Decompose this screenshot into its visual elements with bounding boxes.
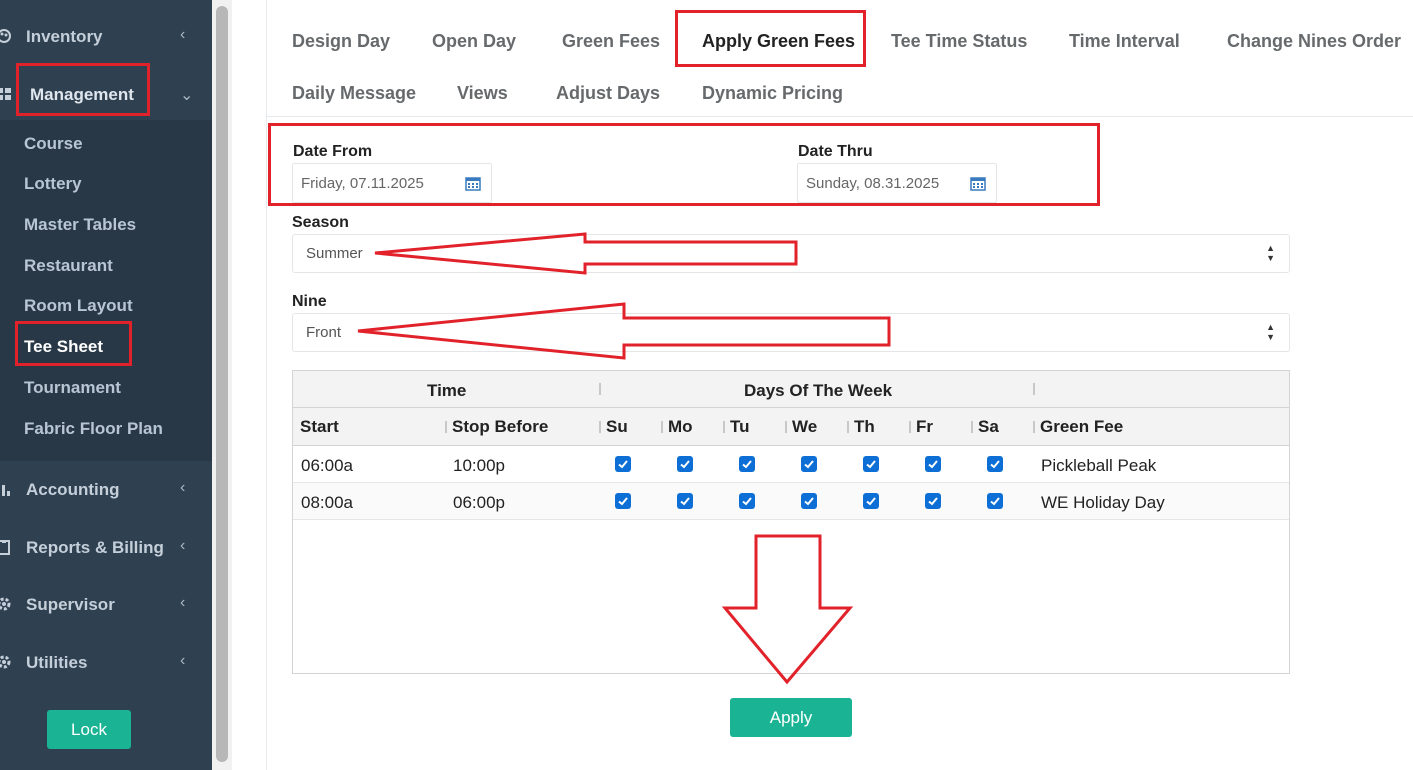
sort-arrows-icon: ▲ ▼ <box>1266 243 1275 263</box>
checkbox-sa[interactable] <box>987 493 1003 509</box>
column-header-we[interactable]: We <box>792 417 817 437</box>
column-separator <box>723 421 725 433</box>
annotation-box-management <box>16 63 150 116</box>
cell-stop-before[interactable]: 06:00p <box>453 493 505 513</box>
checkbox-we[interactable] <box>801 493 817 509</box>
tab-adjust-days[interactable]: Adjust Days <box>556 83 660 104</box>
table-row[interactable]: 08:00a 06:00p WE Holiday Day <box>293 483 1289 520</box>
column-header-fr[interactable]: Fr <box>916 417 933 437</box>
checkbox-fr[interactable] <box>925 493 941 509</box>
cell-green-fee[interactable]: WE Holiday Day <box>1041 493 1165 513</box>
cell-start[interactable]: 06:00a <box>301 456 353 476</box>
group-header-time: Time <box>427 381 467 400</box>
checkbox-th[interactable] <box>863 493 879 509</box>
scrollbar-thumb[interactable] <box>216 6 228 762</box>
tab-daily-message[interactable]: Daily Message <box>292 83 416 104</box>
checkbox-su[interactable] <box>615 456 631 472</box>
sidebar-item-label: Supervisor <box>26 595 115 614</box>
annotation-box-tee-sheet <box>15 321 132 366</box>
sidebar-submenu <box>0 120 212 461</box>
sidebar-item-label: Utilities <box>26 653 88 672</box>
grid-icon <box>0 88 11 100</box>
sidebar-item-room-layout[interactable]: Room Layout <box>24 296 133 316</box>
column-header-sa[interactable]: Sa <box>978 417 999 437</box>
column-header-tu[interactable]: Tu <box>730 417 750 437</box>
tab-open-day[interactable]: Open Day <box>432 31 516 52</box>
checkbox-fr[interactable] <box>925 456 941 472</box>
sidebar-item-fabric-floor-plan[interactable]: Fabric Floor Plan <box>24 419 163 439</box>
column-separator <box>847 421 849 433</box>
column-separator <box>1033 421 1035 433</box>
tab-green-fees[interactable]: Green Fees <box>562 31 660 52</box>
gear-icon <box>0 655 11 669</box>
nine-label: Nine <box>292 293 327 310</box>
nine-select[interactable]: Front ▲ ▼ <box>292 313 1290 352</box>
tab-tee-time-status[interactable]: Tee Time Status <box>891 31 1027 52</box>
cell-start[interactable]: 08:00a <box>301 493 353 513</box>
apply-button[interactable]: Apply <box>730 698 852 737</box>
column-separator <box>909 421 911 433</box>
sidebar-item-restaurant[interactable]: Restaurant <box>24 256 113 276</box>
column-separator <box>445 421 447 433</box>
cell-green-fee[interactable]: Pickleball Peak <box>1041 456 1156 476</box>
column-header-su[interactable]: Su <box>606 417 628 437</box>
nine-value: Front <box>306 324 342 341</box>
lock-button[interactable]: Lock <box>47 710 131 749</box>
chevron-left-icon: ‹ <box>180 479 186 496</box>
column-separator <box>971 421 973 433</box>
chevron-down-icon: ⌄ <box>180 87 194 104</box>
gear-icon <box>0 597 11 611</box>
column-separator <box>661 421 663 433</box>
column-separator <box>1033 383 1035 395</box>
grid-column-header: Start Stop Before Su Mo Tu We Th Fr Sa G… <box>293 408 1289 446</box>
season-label: Season <box>292 214 349 231</box>
column-header-th[interactable]: Th <box>854 417 875 437</box>
cell-stop-before[interactable]: 10:00p <box>453 456 505 476</box>
checkbox-mo[interactable] <box>677 456 693 472</box>
tab-dynamic-pricing[interactable]: Dynamic Pricing <box>702 83 843 104</box>
palette-icon <box>0 29 11 43</box>
season-select[interactable]: Summer ▲ ▼ <box>292 234 1290 273</box>
sidebar-item-tournament[interactable]: Tournament <box>24 378 121 398</box>
checkbox-tu[interactable] <box>739 493 755 509</box>
sidebar-item-master-tables[interactable]: Master Tables <box>24 215 136 235</box>
annotation-box-apply-green-fees-tab <box>675 10 866 67</box>
grid-group-header: Time Days Of The Week <box>293 371 1289 408</box>
sort-arrows-icon: ▲ ▼ <box>1266 322 1275 342</box>
sidebar-item-label: Reports & Billing <box>26 538 164 557</box>
annotation-box-date-range <box>268 123 1100 206</box>
sidebar-item-label: Inventory <box>26 27 103 46</box>
checkbox-su[interactable] <box>615 493 631 509</box>
tab-change-nines-order[interactable]: Change Nines Order <box>1227 31 1401 52</box>
group-header-days: Days Of The Week <box>744 381 893 400</box>
sidebar-item-lottery[interactable]: Lottery <box>24 174 82 194</box>
checkbox-tu[interactable] <box>739 456 755 472</box>
sidebar-item-course[interactable]: Course <box>24 134 83 154</box>
column-separator <box>785 421 787 433</box>
green-fee-grid: Time Days Of The Week Start Stop Before … <box>292 370 1290 674</box>
tabs-divider <box>267 116 1413 117</box>
chevron-left-icon: ‹ <box>180 537 186 554</box>
chevron-left-icon: ‹ <box>180 594 186 611</box>
column-separator <box>599 421 601 433</box>
column-header-mo[interactable]: Mo <box>668 417 693 437</box>
table-row[interactable]: 06:00a 10:00p Pickleball Peak <box>293 446 1289 483</box>
season-value: Summer <box>306 245 363 262</box>
checkbox-we[interactable] <box>801 456 817 472</box>
bar-chart-icon <box>2 485 10 496</box>
chevron-left-icon: ‹ <box>180 652 186 669</box>
column-header-green-fee[interactable]: Green Fee <box>1040 417 1123 437</box>
column-separator <box>599 383 601 395</box>
clipboard-icon <box>0 540 10 555</box>
checkbox-sa[interactable] <box>987 456 1003 472</box>
column-header-stop-before[interactable]: Stop Before <box>452 417 548 437</box>
chevron-left-icon: ‹ <box>180 26 186 43</box>
checkbox-th[interactable] <box>863 456 879 472</box>
tab-views[interactable]: Views <box>457 83 508 104</box>
tab-design-day[interactable]: Design Day <box>292 31 390 52</box>
column-header-start[interactable]: Start <box>300 417 339 437</box>
sidebar-item-label: Accounting <box>26 480 120 499</box>
checkbox-mo[interactable] <box>677 493 693 509</box>
tab-time-interval[interactable]: Time Interval <box>1069 31 1180 52</box>
